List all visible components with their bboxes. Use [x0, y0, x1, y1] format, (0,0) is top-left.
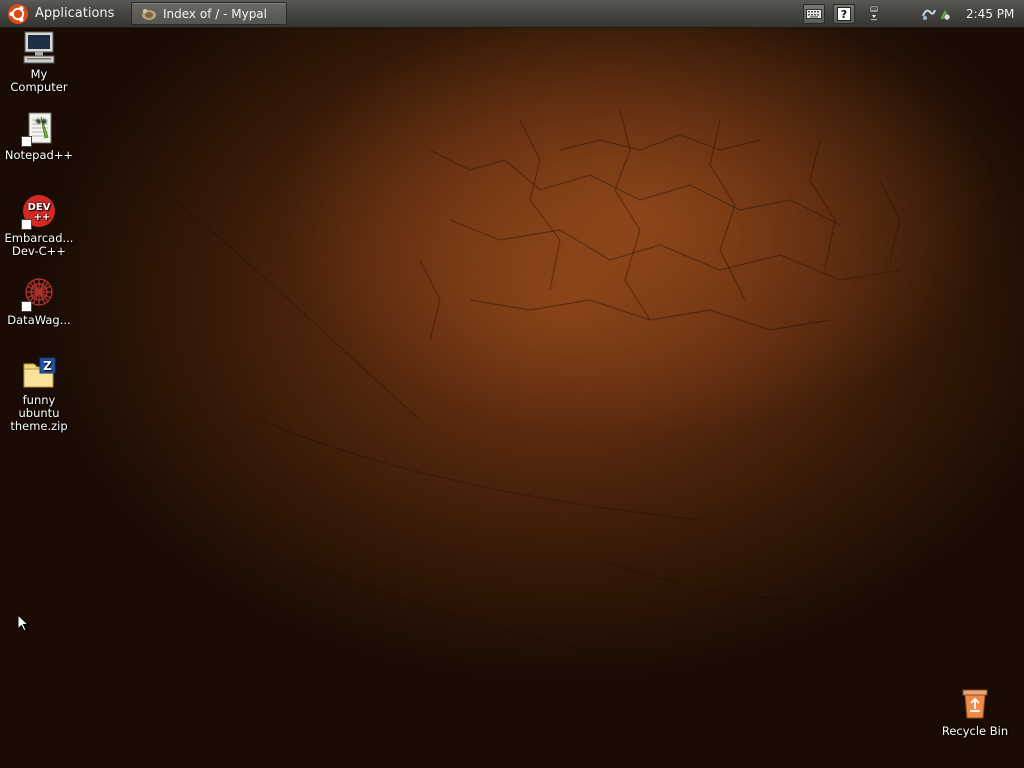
computer-icon — [21, 30, 57, 66]
top-panel: Applications Index of / - Mypal ? 2:45 P… — [0, 0, 1024, 28]
svg-text:++: ++ — [35, 117, 47, 125]
keyboard-icon — [806, 9, 822, 19]
browser-window-icon — [142, 8, 156, 20]
desktop-icon-label: DataWag... — [7, 313, 71, 327]
desktop-icon-my-computer[interactable]: My Computer — [0, 30, 79, 94]
keyboard-button[interactable] — [803, 4, 825, 24]
desktop-icon-label: funny ubuntu theme.zip — [10, 393, 68, 433]
desktop-icon-dev-cpp[interactable]: DEV ++ Embarcad... Dev-C++ — [0, 194, 79, 258]
datawagon-icon — [21, 276, 57, 312]
desktop-icon-label: Recycle Bin — [941, 724, 1009, 738]
svg-text:Z: Z — [43, 359, 52, 373]
desktop-icon-recycle-bin[interactable]: Recycle Bin — [935, 687, 1015, 738]
applications-label: Applications — [35, 6, 115, 21]
help-button[interactable]: ? — [833, 4, 855, 24]
network-button[interactable] — [863, 4, 885, 24]
svg-text:?: ? — [841, 8, 847, 21]
desktop-icon-datawagon[interactable]: DataWag... — [0, 276, 79, 327]
ubuntu-logo-icon — [8, 3, 28, 24]
update-icon — [939, 8, 951, 21]
desktop-icon-notepad-plus-plus[interactable]: ++ Notepad++ — [0, 111, 79, 162]
svg-text:++: ++ — [34, 212, 51, 223]
dev-cpp-icon: DEV ++ — [21, 194, 57, 230]
notepad-plus-plus-icon: ++ — [21, 111, 57, 147]
taskbar-window-button[interactable]: Index of / - Mypal — [131, 2, 287, 25]
mouse-pointer-icon — [17, 614, 29, 632]
desktop-icon-zip-file[interactable]: Z funny ubuntu theme.zip — [0, 356, 79, 433]
volume-icon — [922, 9, 936, 20]
status-tray[interactable] — [920, 4, 954, 24]
desktop-icon-label: Embarcad... Dev-C++ — [4, 231, 74, 258]
desktop-icon-label: My Computer — [10, 67, 68, 94]
zip-archive-icon: Z — [21, 356, 57, 392]
applications-menu[interactable]: Applications — [0, 0, 126, 28]
network-icon — [869, 5, 879, 21]
wallpaper-crack-texture — [149, 109, 951, 661]
help-icon: ? — [837, 7, 851, 21]
taskbar-window-title: Index of / - Mypal — [163, 6, 267, 21]
recycle-bin-icon — [957, 687, 993, 723]
desktop-icon-label: Notepad++ — [4, 148, 74, 162]
panel-clock[interactable]: 2:45 PM — [966, 0, 1014, 28]
